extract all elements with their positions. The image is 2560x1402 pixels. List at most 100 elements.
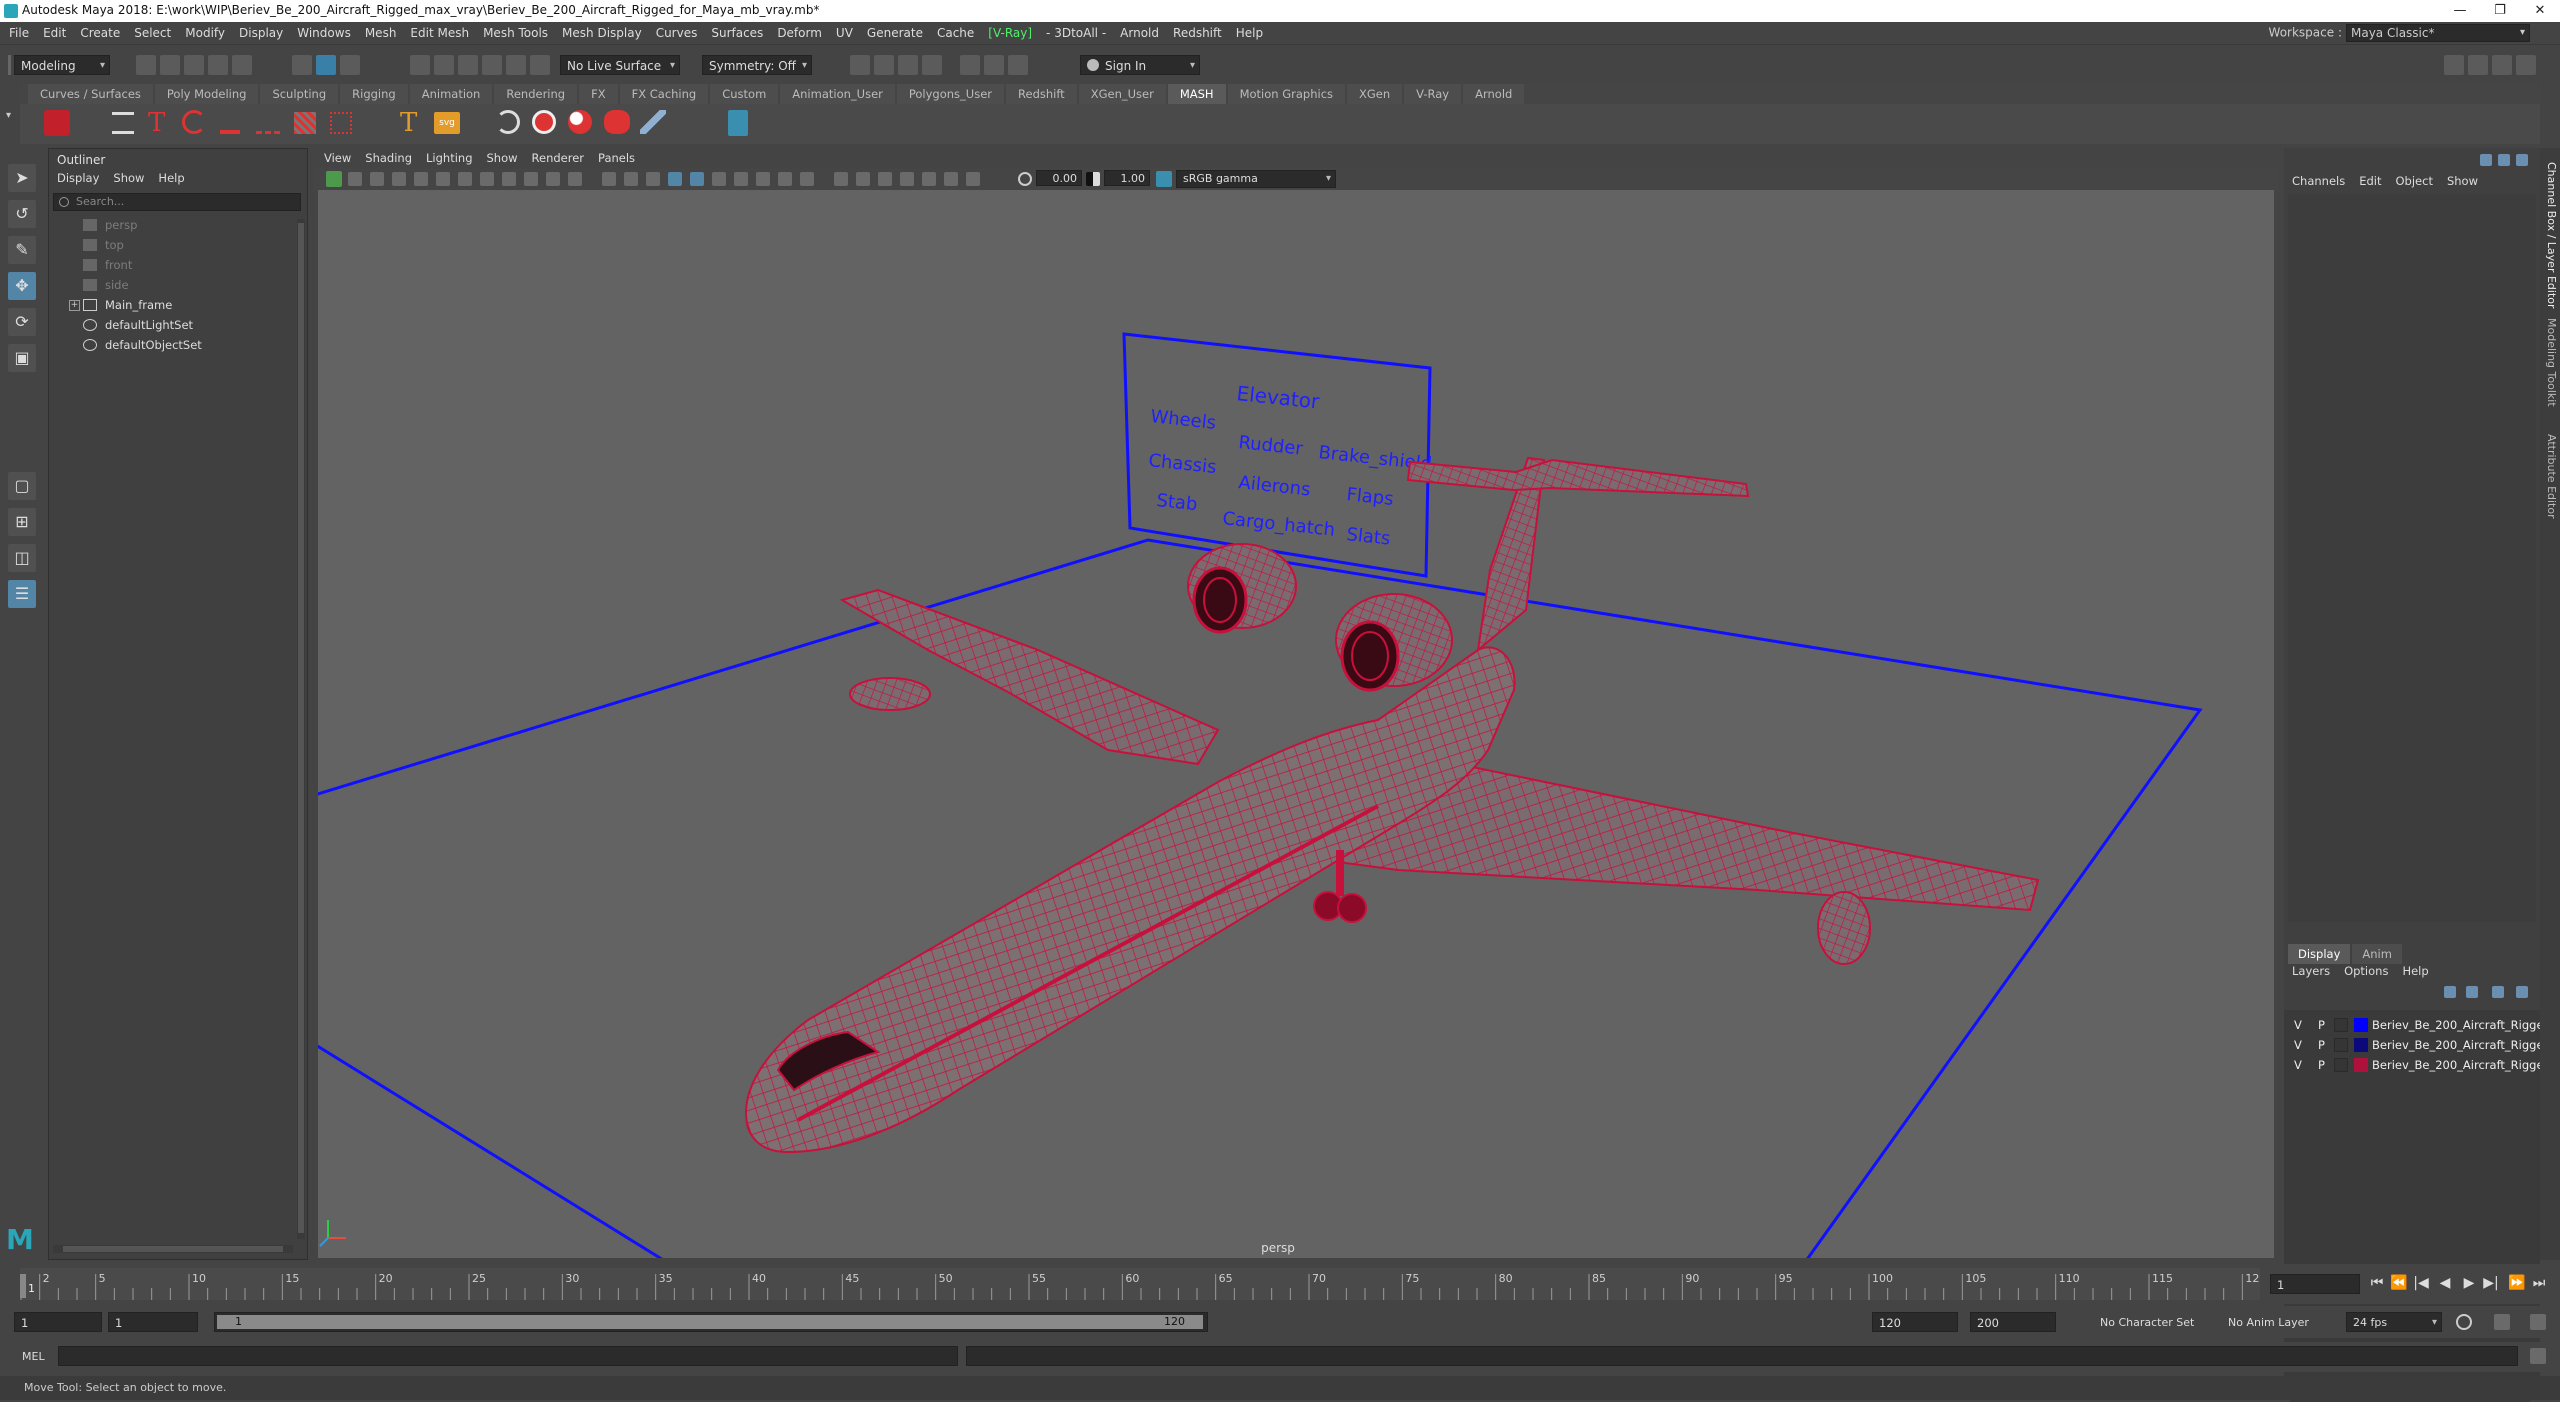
- rig-control-board[interactable]: Elevator Wheels Rudder Brake_shield Chas…: [1122, 332, 1433, 578]
- backface-culling-icon[interactable]: [966, 172, 980, 186]
- menu-generate[interactable]: Generate: [860, 22, 930, 44]
- tool-settings-toggle-icon[interactable]: [2492, 55, 2512, 75]
- expand-icon[interactable]: +: [69, 300, 80, 311]
- menu-windows[interactable]: Windows: [290, 22, 358, 44]
- outliner-menu-show[interactable]: Show: [113, 171, 144, 185]
- grid-icon[interactable]: [458, 172, 472, 186]
- animation-end-field[interactable]: 200: [1970, 1312, 2056, 1332]
- gamma-field[interactable]: 1.00: [1104, 170, 1150, 186]
- minimize-button[interactable]: —: [2440, 0, 2480, 22]
- menu-file[interactable]: File: [2, 22, 36, 44]
- grease-pencil-icon[interactable]: [436, 172, 450, 186]
- menu-help[interactable]: Help: [1229, 22, 1270, 44]
- range-handle[interactable]: 1 120: [217, 1315, 1203, 1329]
- range-bar[interactable]: 1 120: [214, 1312, 1208, 1332]
- menu-select[interactable]: Select: [127, 22, 178, 44]
- undo-icon[interactable]: [208, 55, 228, 75]
- safe-title-icon[interactable]: [602, 172, 616, 186]
- go-to-start-icon[interactable]: ⏮: [2368, 1274, 2386, 1292]
- view-transform-dropdown[interactable]: sRGB gamma: [1176, 170, 1336, 188]
- outliner-layout-icon[interactable]: ☰: [8, 580, 36, 608]
- image-plane-icon[interactable]: [392, 172, 406, 186]
- object-menu[interactable]: Object: [2396, 174, 2433, 188]
- mash-script-icon[interactable]: [728, 110, 748, 136]
- mash-curve-icon[interactable]: [256, 112, 280, 134]
- viewport-menu-view[interactable]: View: [324, 151, 351, 165]
- text-tool-icon[interactable]: T: [148, 108, 165, 138]
- edit-menu[interactable]: Edit: [2359, 174, 2381, 188]
- shelf-tab-poly-modeling[interactable]: Poly Modeling: [154, 84, 259, 104]
- outliner-vertical-scrollbar[interactable]: [297, 219, 305, 1239]
- command-language-label[interactable]: MEL: [22, 1350, 45, 1363]
- play-forwards-icon[interactable]: ▶: [2460, 1274, 2478, 1292]
- menu-vray[interactable]: [V-Ray]: [981, 22, 1039, 44]
- two-view-layout-icon[interactable]: ◫: [8, 544, 36, 572]
- shelf-options-icon[interactable]: ▾: [6, 110, 14, 138]
- time-ruler[interactable]: 2 5 10 15 20 25 30 35 40 45 50 55 60 65 70 75 80 85 90 95 10…: [20, 1268, 2260, 1300]
- viewport-menu-show[interactable]: Show: [487, 151, 518, 165]
- layer-visibility-toggle[interactable]: V: [2294, 1016, 2302, 1034]
- shadows-icon[interactable]: [756, 172, 770, 186]
- attribute-editor-toggle-icon[interactable]: [2468, 55, 2488, 75]
- shelf-tab-redshift[interactable]: Redshift: [1006, 84, 1077, 104]
- menu-3dtoall[interactable]: - 3DtoAll -: [1039, 22, 1113, 44]
- field-chart-icon[interactable]: [546, 172, 560, 186]
- snap-view-icon[interactable]: [482, 55, 502, 75]
- layer-display-type[interactable]: [2334, 1018, 2348, 1032]
- close-button[interactable]: ✕: [2520, 0, 2560, 22]
- move-layer-down-icon[interactable]: [2466, 986, 2478, 998]
- layer-color-swatch[interactable]: [2354, 1038, 2368, 1052]
- current-frame-marker[interactable]: [20, 1274, 26, 1298]
- select-tool-icon[interactable]: ➤: [8, 164, 36, 192]
- gamma-icon[interactable]: [1086, 172, 1100, 186]
- select-hierarchy-icon[interactable]: [292, 55, 312, 75]
- move-tool-icon[interactable]: ✥: [8, 272, 36, 300]
- layer-color-swatch[interactable]: [2354, 1058, 2368, 1072]
- mash-world-icon[interactable]: [604, 110, 630, 134]
- move-layer-up-icon[interactable]: [2444, 986, 2456, 998]
- anti-aliasing-icon[interactable]: [834, 172, 848, 186]
- restore-button[interactable]: ❐: [2480, 0, 2520, 22]
- pin-icon[interactable]: [2480, 154, 2492, 166]
- outliner-item-side[interactable]: side: [49, 275, 295, 295]
- current-frame-field[interactable]: 1: [2270, 1274, 2360, 1294]
- shelf-tab-fx-caching[interactable]: FX Caching: [619, 84, 709, 104]
- animation-start-field[interactable]: 1: [14, 1312, 102, 1332]
- snap-curve-icon[interactable]: [434, 55, 454, 75]
- auto-key-icon[interactable]: [2494, 1314, 2510, 1330]
- menu-mesh-display[interactable]: Mesh Display: [555, 22, 649, 44]
- rig-label-slats[interactable]: Slats: [1345, 524, 1391, 549]
- outliner-item-default-light-set[interactable]: defaultLightSet: [49, 315, 295, 335]
- single-perspective-layout-icon[interactable]: ▢: [8, 472, 36, 500]
- wireframe-icon[interactable]: [624, 172, 638, 186]
- xray-joints-icon[interactable]: [944, 172, 958, 186]
- wireframe-on-shaded-icon[interactable]: [690, 172, 704, 186]
- workspace-dropdown[interactable]: Maya Classic*: [2346, 24, 2530, 42]
- menu-deform[interactable]: Deform: [770, 22, 829, 44]
- gate-mask-icon[interactable]: [524, 172, 538, 186]
- menu-edit-mesh[interactable]: Edit Mesh: [403, 22, 476, 44]
- snap-point-icon[interactable]: [458, 55, 478, 75]
- vray-ipr-icon[interactable]: [984, 55, 1004, 75]
- side-tab-attribute-editor[interactable]: Attribute Editor: [2542, 434, 2558, 519]
- lasso-tool-icon[interactable]: ↺: [8, 200, 36, 228]
- layer-playback-toggle[interactable]: P: [2318, 1056, 2325, 1074]
- film-gate-icon[interactable]: [480, 172, 494, 186]
- shelf-tab-motion-graphics[interactable]: Motion Graphics: [1227, 84, 1346, 104]
- select-component-icon[interactable]: [340, 55, 360, 75]
- fps-dropdown[interactable]: 24 fps: [2346, 1312, 2442, 1333]
- layer-help-menu[interactable]: Help: [2402, 964, 2428, 978]
- outliner-horizontal-scrollbar[interactable]: [53, 1245, 293, 1253]
- layer-display-type[interactable]: [2334, 1058, 2348, 1072]
- menu-create[interactable]: Create: [73, 22, 127, 44]
- menu-surfaces[interactable]: Surfaces: [704, 22, 770, 44]
- layer-row[interactable]: V P Beriev_Be_200_Aircraft_Rigged: [2288, 1056, 2551, 1074]
- modeling-toolkit-toggle-icon[interactable]: [2516, 55, 2536, 75]
- isolate-select-icon[interactable]: [878, 172, 892, 186]
- shelf-tab-curves-surfaces[interactable]: Curves / Surfaces: [28, 84, 153, 104]
- step-forward-frame-icon[interactable]: ⏩: [2508, 1274, 2526, 1292]
- rig-label-flaps[interactable]: Flaps: [1345, 484, 1394, 510]
- menu-edit[interactable]: Edit: [36, 22, 73, 44]
- layer-row[interactable]: V P Beriev_Be_200_Aircraft_Rigged: [2288, 1016, 2551, 1034]
- new-layer-icon[interactable]: [2492, 986, 2504, 998]
